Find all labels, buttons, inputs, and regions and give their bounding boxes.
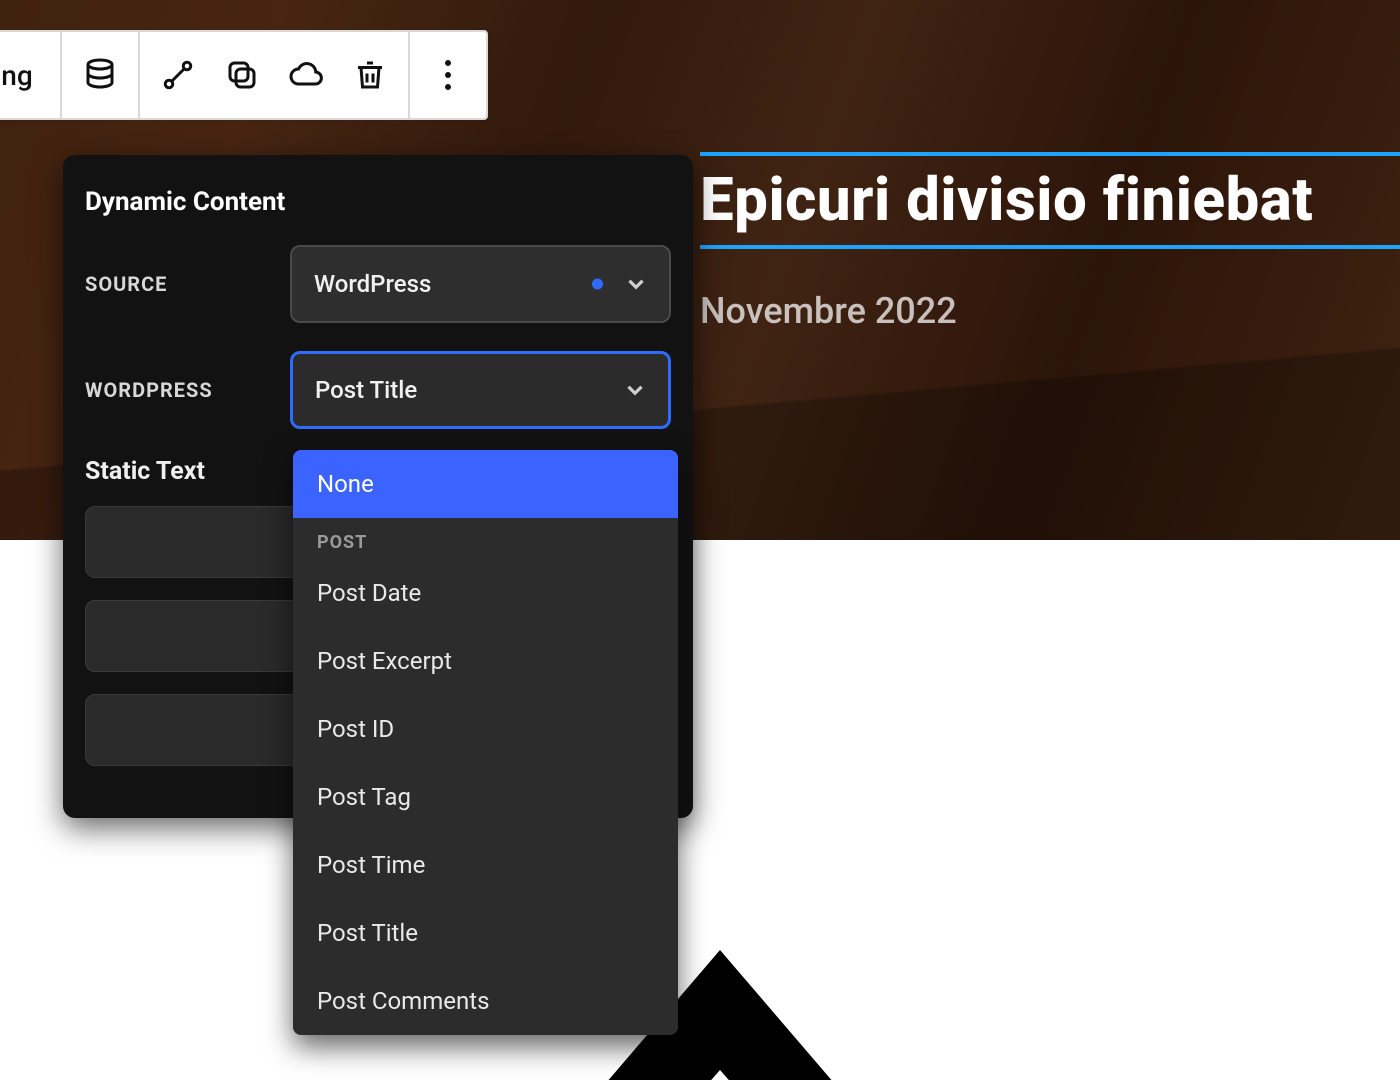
source-select[interactable]: WordPress: [290, 245, 671, 323]
panel-title: Dynamic Content: [85, 187, 671, 217]
active-dot-icon: [592, 279, 603, 290]
wordpress-select[interactable]: Post Title: [290, 351, 671, 429]
chevron-down-icon: [623, 271, 649, 297]
cloud-icon[interactable]: [288, 57, 324, 93]
dropdown-option-post-excerpt[interactable]: Post Excerpt: [293, 627, 678, 695]
dropdown-option-post-date[interactable]: Post Date: [293, 559, 678, 627]
toolbar-icon-group: [140, 32, 410, 118]
dropdown-option-none[interactable]: None: [293, 450, 678, 518]
dropdown-option-post-comments[interactable]: Post Comments: [293, 967, 678, 1035]
toolbar-label-fragment: ng: [0, 32, 62, 118]
trash-icon[interactable]: [352, 57, 388, 93]
source-select-value: WordPress: [314, 270, 431, 298]
post-date: Novembre 2022: [700, 290, 957, 332]
kebab-icon: [430, 57, 466, 93]
wordpress-label: WordPress: [85, 378, 290, 402]
dropdown-option-post-tag[interactable]: Post Tag: [293, 763, 678, 831]
link-icon[interactable]: [160, 57, 196, 93]
dropdown-option-post-id[interactable]: Post ID: [293, 695, 678, 763]
more-options-button[interactable]: [410, 32, 486, 118]
source-label: Source: [85, 272, 290, 296]
database-icon: [82, 57, 118, 93]
dropdown-option-post-time[interactable]: Post Time: [293, 831, 678, 899]
copy-icon[interactable]: [224, 57, 260, 93]
chevron-down-icon: [622, 377, 648, 403]
block-toolbar: ng: [0, 30, 488, 120]
page-title[interactable]: Epicuri divisio finiebat: [700, 152, 1400, 249]
dropdown-option-post-title[interactable]: Post Title: [293, 899, 678, 967]
wordpress-select-value: Post Title: [315, 376, 417, 404]
dynamic-content-button[interactable]: [62, 32, 140, 118]
dropdown-group-post: POST: [293, 518, 678, 559]
wordpress-dropdown[interactable]: None POST Post Date Post Excerpt Post ID…: [293, 450, 678, 1035]
